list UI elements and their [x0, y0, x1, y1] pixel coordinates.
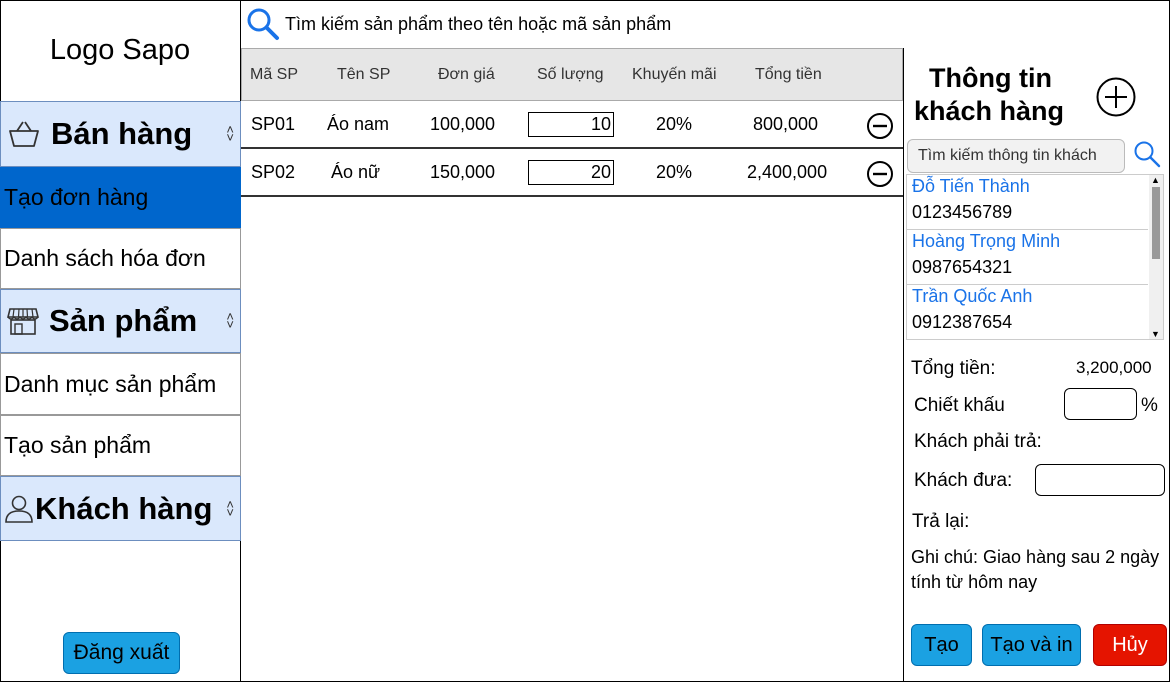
customer-phone: 0987654321 — [912, 257, 1013, 277]
given-input[interactable] — [1035, 464, 1165, 496]
product-search-input[interactable]: Tìm kiếm sản phẩm theo tên hoặc mã sản p… — [285, 14, 671, 35]
total-label: Tổng tiền: — [911, 358, 996, 379]
sidebar-item-label: Tạo đơn hàng — [4, 184, 149, 210]
sidebar-item-label: Tạo sản phẩm — [4, 432, 152, 458]
section-customers-label: Khách hàng — [35, 490, 213, 526]
sidebar-item-create-product[interactable]: Tạo sản phẩm — [0, 415, 241, 476]
cell-total: 2,400,000 — [747, 162, 828, 182]
add-customer-icon[interactable] — [1095, 76, 1137, 118]
product-search-bar[interactable]: Tìm kiếm sản phẩm theo tên hoặc mã sản p… — [241, 0, 1170, 48]
discount-input[interactable] — [1064, 388, 1137, 420]
cell-promo: 20% — [656, 114, 693, 134]
given-label: Khách đưa: — [914, 470, 1013, 491]
customer-panel-title: Thông tin khách hàng — [914, 62, 1064, 128]
qty-input[interactable]: 20 — [528, 160, 614, 185]
scroll-thumb[interactable] — [1152, 187, 1160, 259]
logo: Logo Sapo — [49, 34, 191, 66]
scrollbar[interactable]: ▲ ▼ — [1149, 175, 1163, 339]
section-sales-label: Bán hàng — [51, 116, 193, 151]
customer-panel: Thông tin khách hàng Tìm kiếm thông tin … — [904, 48, 1170, 682]
header-price: Đơn giá — [438, 66, 495, 83]
qty-input[interactable]: 10 — [528, 112, 614, 137]
header-code: Mã SP — [250, 66, 299, 83]
cell-name: Áo nam — [327, 114, 390, 134]
customer-list: Đỗ Tiến Thành 0123456789 Hoàng Trọng Min… — [906, 174, 1164, 340]
header-qty: Số lượng — [537, 66, 604, 83]
title-line-2: khách hàng — [914, 96, 1065, 126]
change-label: Trả lại: — [912, 511, 970, 532]
order-note: Ghi chú: Giao hàng sau 2 ngày tính từ hô… — [911, 547, 1160, 592]
table-header: Mã SP Tên SP Đơn giá Số lượng Khuyến mãi… — [241, 48, 903, 101]
header-promo: Khuyến mãi — [632, 66, 717, 83]
must-pay-label: Khách phải trả: — [914, 431, 1042, 452]
table-row: SP01 Áo nam 100,000 10 20% 800,000 — [241, 101, 903, 149]
section-sales[interactable]: Bán hàng ˄ ˅ — [0, 101, 241, 167]
sidebar: Logo Sapo Bán hàng ˄ ˅ Tạo đơn hàng Danh … — [0, 0, 241, 682]
sidebar-item-create-order[interactable]: Tạo đơn hàng — [0, 167, 241, 228]
store-icon — [7, 308, 39, 335]
search-icon[interactable] — [1133, 140, 1161, 168]
sidebar-item-product-catalog[interactable]: Danh mục sản phẩm — [0, 353, 241, 415]
order-table: Mã SP Tên SP Đơn giá Số lượng Khuyến mãi… — [241, 48, 904, 682]
remove-icon[interactable] — [866, 112, 894, 140]
cell-total: 800,000 — [753, 114, 819, 134]
discount-label: Chiết khấu — [914, 395, 1005, 416]
logout-button[interactable]: Đăng xuất — [63, 632, 180, 674]
create-button[interactable]: Tạo — [911, 624, 972, 666]
list-item[interactable]: Hoàng Trọng Minh 0987654321 — [907, 230, 1148, 285]
section-customers[interactable]: Khách hàng ˄ ˅ — [0, 476, 241, 541]
header-total: Tổng tiền — [755, 66, 822, 83]
customer-name: Hoàng Trọng Minh — [912, 231, 1061, 251]
cell-price: 150,000 — [430, 162, 496, 182]
section-products[interactable]: Sản phẩm ˄ ˅ — [0, 289, 241, 353]
table-row: SP02 Áo nữ 150,000 20 20% 2,400,000 — [241, 149, 903, 197]
customer-phone: 0123456789 — [912, 202, 1013, 222]
cell-price: 100,000 — [430, 114, 496, 134]
create-print-button[interactable]: Tạo và in — [982, 624, 1081, 666]
customer-name: Trần Quốc Anh — [912, 286, 1033, 306]
total-value: 3,200,000 — [1076, 358, 1152, 377]
percent-sign: % — [1141, 395, 1158, 416]
sidebar-item-label: Danh sách hóa đơn — [4, 245, 206, 271]
scroll-down-icon[interactable]: ▼ — [1151, 329, 1160, 339]
updown-icon: ˄ ˅ — [226, 309, 234, 332]
title-line-1: Thông tin — [929, 63, 1052, 93]
cancel-button[interactable]: Hủy — [1093, 624, 1167, 666]
cell-promo: 20% — [656, 162, 693, 182]
customer-phone: 0912387654 — [912, 312, 1013, 332]
basket-icon — [9, 121, 39, 147]
cell-code: SP02 — [251, 162, 296, 182]
customer-name: Đỗ Tiến Thành — [912, 176, 1030, 196]
search-icon — [247, 8, 279, 40]
header-name: Tên SP — [337, 66, 391, 83]
user-icon — [5, 495, 33, 523]
section-products-label: Sản phẩm — [49, 303, 198, 338]
remove-icon[interactable] — [866, 160, 894, 188]
customer-search-input[interactable]: Tìm kiếm thông tin khách — [907, 139, 1125, 173]
updown-icon: ˄ ˅ — [226, 122, 234, 145]
list-item[interactable]: Trần Quốc Anh 0912387654 — [907, 285, 1148, 339]
updown-icon: ˄ ˅ — [226, 496, 234, 520]
list-item[interactable]: Đỗ Tiến Thành 0123456789 — [907, 175, 1148, 230]
cell-code: SP01 — [251, 114, 296, 134]
cell-name: Áo nữ — [331, 162, 381, 182]
scroll-up-icon[interactable]: ▲ — [1151, 175, 1160, 185]
sidebar-item-invoice-list[interactable]: Danh sách hóa đơn — [0, 228, 241, 289]
sidebar-item-label: Danh mục sản phẩm — [4, 370, 217, 397]
